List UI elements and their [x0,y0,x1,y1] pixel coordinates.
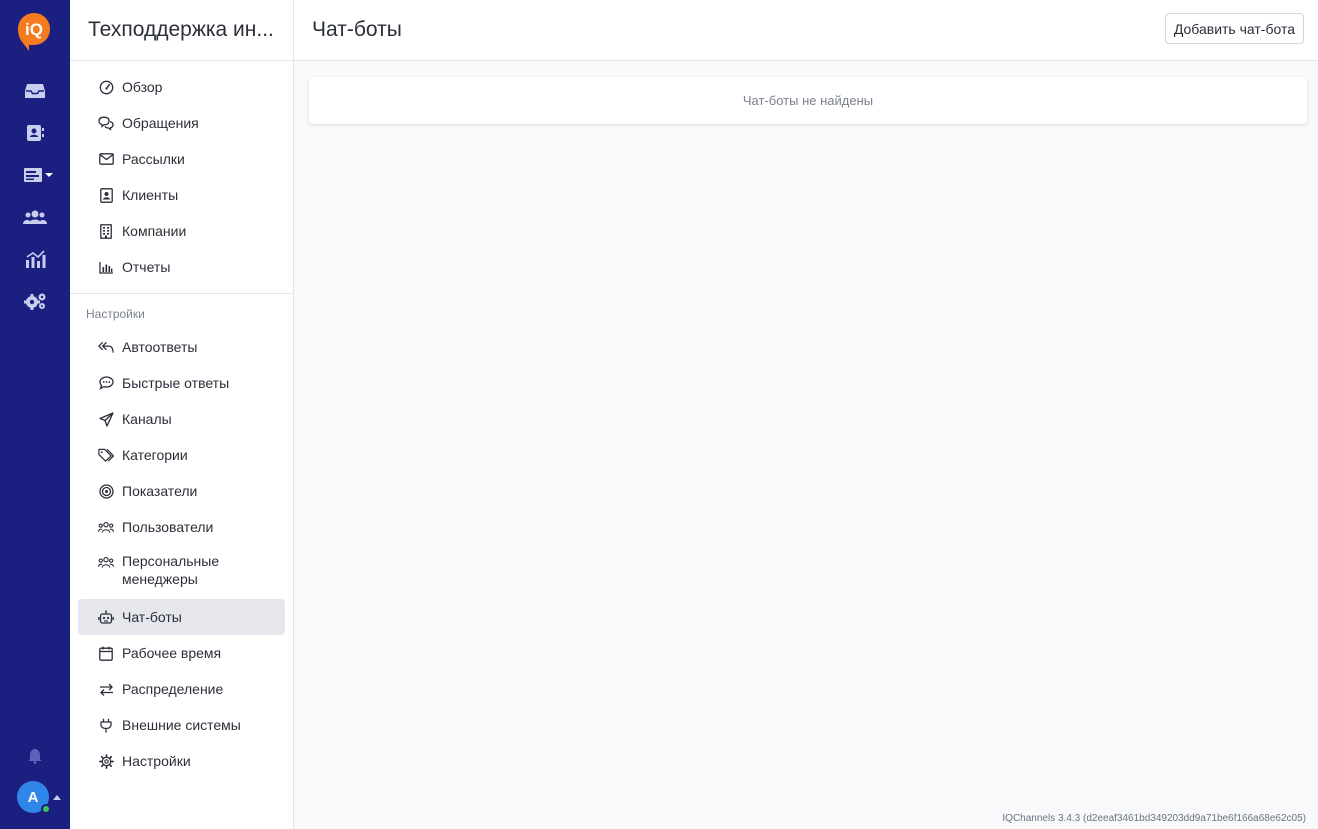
sidebar-item-label: Показатели [122,483,198,499]
target-icon [98,483,114,499]
contact-card-icon [98,187,114,203]
page-header: Чат-боты Добавить чат-бота [294,0,1318,61]
sidebar-item-label: Пользователи [122,519,214,535]
sidebar-item-label: Внешние системы [122,717,241,733]
sidebar-item-distribution[interactable]: Распределение [78,671,285,707]
sidebar-item-label: Быстрые ответы [122,375,230,391]
user-avatar[interactable]: A [17,781,51,814]
settings-section-label: Настройки [86,307,145,321]
online-status-dot [41,804,51,814]
list-icon[interactable] [22,162,56,188]
sidebar-item-label: Настройки [122,753,191,769]
sidebar-item-label: Распределение [122,681,224,697]
sidebar-item-label: Персональные менеджеры [122,553,220,587]
mail-icon [98,151,114,167]
arrows-exchange-icon [98,681,114,697]
sidebar-item-users[interactable]: Пользователи [78,509,285,545]
bar-chart-icon [98,259,114,275]
iq-logo[interactable]: iQ [17,12,51,52]
sidebar-item-personal-managers[interactable]: Персональные менеджеры [78,545,285,599]
sidebar-item-label: Рабочее время [122,645,222,661]
logo-text: iQ [25,20,43,39]
sidebar-item-label: Категории [122,447,188,463]
sidebar-item-label: Отчеты [122,259,171,275]
sidebar-item-settings[interactable]: Настройки [78,743,285,779]
reply-all-icon [98,339,114,355]
empty-state-card: Чат-боты не найдены [309,77,1307,124]
caret-up-icon[interactable] [53,795,61,800]
sidebar-item-label: Компании [122,223,187,239]
empty-state-message: Чат-боты не найдены [742,93,874,108]
sidebar-item-chatbots[interactable]: Чат-боты [78,599,285,635]
sidebar-item-reports[interactable]: Отчеты [78,249,285,285]
avatar-initial: A [27,788,39,806]
sidebar-item-label: Чат-боты [122,609,182,625]
robot-icon [98,609,114,625]
settings-icon[interactable] [20,288,50,314]
sidebar-item-metrics[interactable]: Показатели [78,473,285,509]
sidebar-item-autoreplies[interactable]: Автоответы [78,329,285,365]
sidebar-item-working-hours[interactable]: Рабочее время [78,635,285,671]
sidebar-item-label: Обзор [122,79,163,95]
main-nav: Обзор Обращения Рассылки Клиенты Компани… [70,61,293,285]
contacts-icon[interactable] [20,120,50,146]
settings-nav: Автоответы Быстрые ответы Каналы Категор… [70,329,293,779]
sidebar-item-categories[interactable]: Категории [78,437,285,473]
sidebar-item-channels[interactable]: Каналы [78,401,285,437]
inbox-icon[interactable] [20,78,50,104]
sidebar-item-overview[interactable]: Обзор [78,69,285,105]
sidebar-item-companies[interactable]: Компании [78,213,285,249]
workspace-title[interactable]: Техподдержка ин... [70,0,293,61]
building-icon [98,223,114,239]
people-icon [98,554,114,570]
analytics-icon[interactable] [20,246,50,272]
send-icon [98,411,114,427]
people-icon [98,519,114,535]
version-footer: IQChannels 3.4.3 (d2eeaf3461bd349203dd9a… [1002,813,1306,824]
gear-icon [98,753,114,769]
sidebar-item-label: Клиенты [122,187,179,203]
sidebar-item-mailings[interactable]: Рассылки [78,141,285,177]
app-rail: iQ A [0,0,70,829]
sidebar-item-label: Рассылки [122,151,185,167]
chat-icon [98,115,114,131]
sidebar: Техподдержка ин... Обзор Обращения Рассы… [70,0,294,829]
sidebar-item-label: Каналы [122,411,172,427]
tags-icon [98,447,114,463]
page-title: Чат-боты [312,18,402,41]
bell-icon[interactable] [20,743,50,769]
sidebar-item-clients[interactable]: Клиенты [78,177,285,213]
add-chatbot-button[interactable]: Добавить чат-бота [1164,13,1304,44]
plug-icon [98,717,114,733]
sidebar-item-quick-replies[interactable]: Быстрые ответы [78,365,285,401]
sidebar-item-label: Автоответы [122,339,198,355]
calendar-icon [98,645,114,661]
chat-dots-icon [98,375,114,391]
sidebar-item-label: Обращения [122,115,199,131]
users-icon[interactable] [20,204,50,230]
gauge-icon [98,79,114,95]
sidebar-item-requests[interactable]: Обращения [78,105,285,141]
sidebar-item-external-systems[interactable]: Внешние системы [78,707,285,743]
